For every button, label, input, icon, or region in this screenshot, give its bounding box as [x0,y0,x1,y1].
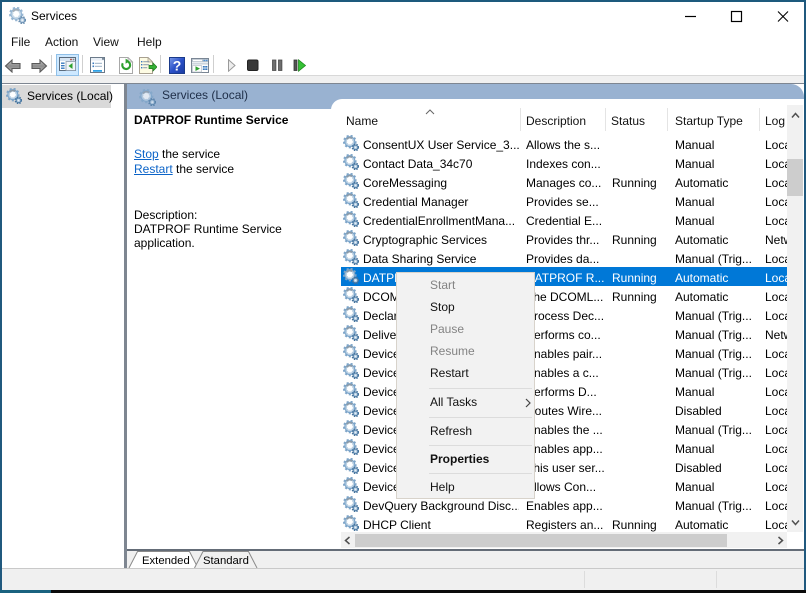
svg-text:Extended: Extended [142,555,190,567]
svg-text:Standard: Standard [203,555,249,567]
svg-text:?: ? [173,58,182,74]
